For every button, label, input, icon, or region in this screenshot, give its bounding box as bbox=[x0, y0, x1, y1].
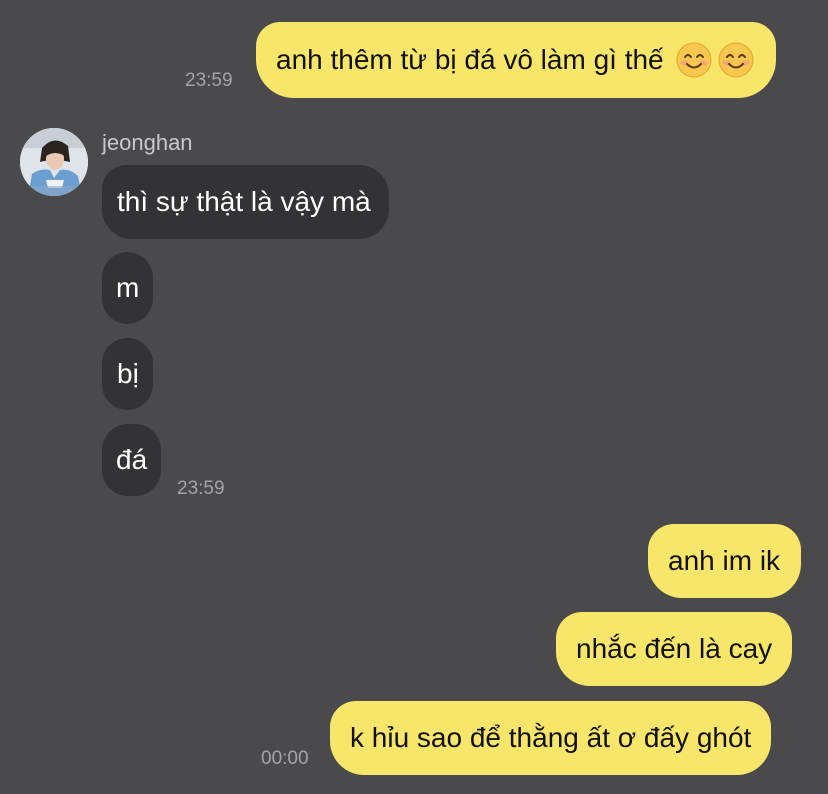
incoming-message-bubble[interactable]: thì sự thật là vậy mà bbox=[102, 165, 389, 239]
outgoing-message-bubble[interactable]: k hỉu sao để thằng ất ơ đấy ghót bbox=[330, 701, 772, 775]
incoming-message-bubble[interactable]: m bbox=[102, 252, 154, 324]
contact-avatar[interactable] bbox=[20, 128, 88, 196]
incoming-message-bubble[interactable]: đá bbox=[102, 424, 162, 496]
message-timestamp: 23:59 bbox=[177, 478, 225, 499]
message-text: thì sự thật là vậy mà bbox=[117, 186, 371, 217]
incoming-message-bubble[interactable]: bị bbox=[102, 338, 153, 410]
outgoing-message-bubble[interactable]: anh im ik bbox=[648, 524, 802, 598]
message-timestamp: 00:00 bbox=[261, 748, 309, 769]
message-text: anh im ik bbox=[668, 545, 781, 576]
message-text: anh thêm từ bị đá vô làm gì thế bbox=[276, 44, 664, 75]
contact-name[interactable]: jeonghan bbox=[102, 130, 193, 156]
message-text: k hỉu sao để thằng ất ơ đấy ghót bbox=[350, 722, 752, 753]
smiling-face-icon bbox=[676, 42, 712, 78]
smiling-face-icon bbox=[718, 42, 754, 78]
outgoing-message-bubble[interactable]: nhắc đến là cay bbox=[556, 612, 793, 686]
message-text: nhắc đến là cay bbox=[576, 633, 773, 664]
message-text: m bbox=[116, 272, 140, 303]
message-timestamp: 23:59 bbox=[185, 70, 233, 91]
message-text: bị bbox=[117, 358, 139, 389]
message-text: đá bbox=[116, 444, 148, 475]
outgoing-message-bubble[interactable]: anh thêm từ bị đá vô làm gì thế bbox=[256, 22, 776, 98]
